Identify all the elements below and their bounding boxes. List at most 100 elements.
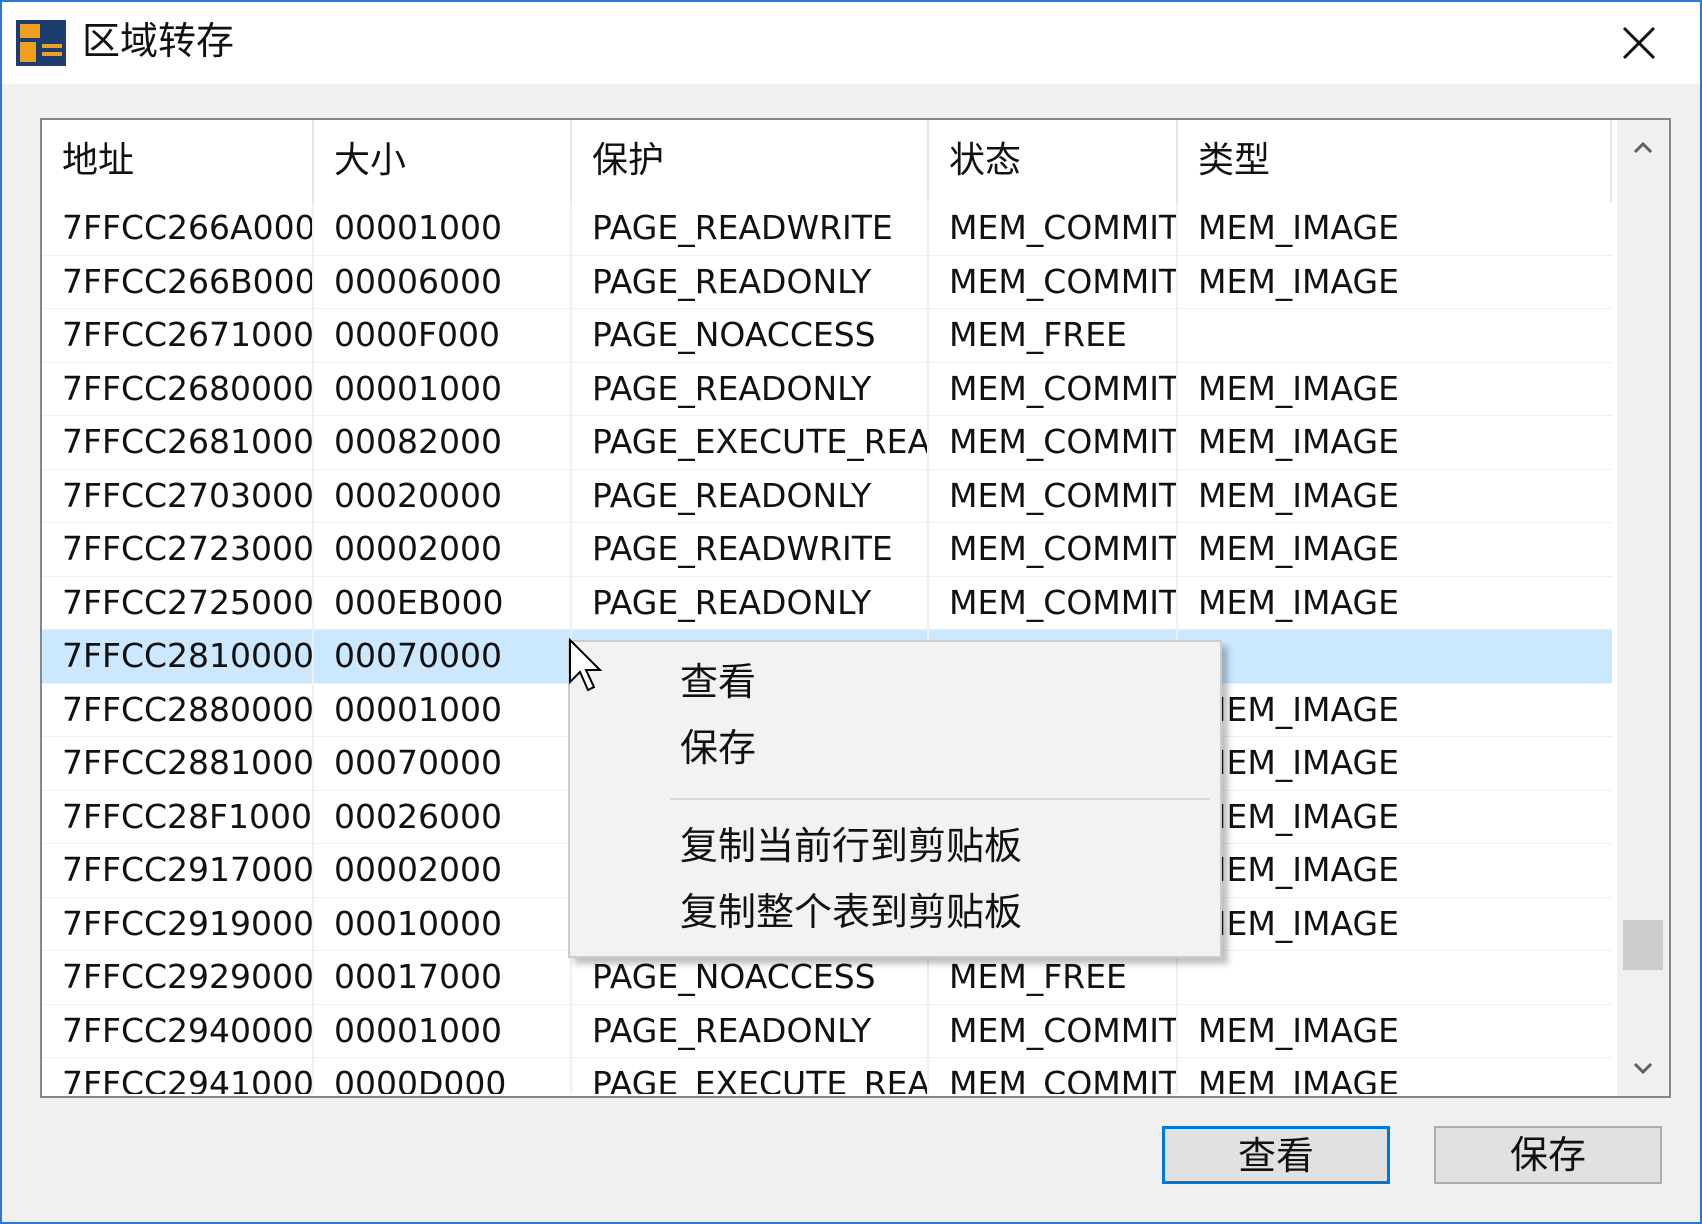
cell-address: 7FFCC2929000 — [62, 957, 314, 996]
column-header-address[interactable]: 地址 — [42, 120, 314, 202]
cell-size: 00001000 — [334, 368, 502, 408]
cell-protect: PAGE_NOACCESS — [592, 957, 876, 996]
column-separator — [1176, 951, 1178, 1004]
column-header-size[interactable]: 大小 — [314, 120, 572, 202]
cell-type — [1178, 630, 1612, 682]
cell-type: MEM_IMAGE — [1198, 475, 1399, 515]
table-row[interactable]: 7FFCC266B000 00006000 PAGE_READONLY MEM_COM… — [42, 255, 1612, 309]
column-separator — [927, 202, 929, 255]
cell-state: MEM_COMMIT — [949, 422, 1178, 461]
column-separator — [1176, 523, 1178, 576]
cell-state: MEM_COMMIT — [949, 1064, 1178, 1094]
column-separator — [1176, 469, 1178, 522]
table-row[interactable]: 7FFCC2940000 00001000 PAGE_READONLY MEM_COM… — [42, 1004, 1612, 1058]
cell-address: 7FFCC2881000 — [62, 743, 314, 782]
column-separator — [1176, 416, 1178, 469]
cell-protect: PAGE_NOACCESS — [592, 315, 876, 354]
menu-item-copy-row[interactable]: 复制当前行到剪贴板 — [570, 812, 1220, 880]
table-row[interactable]: 7FFCC266A000 00001000 PAGE_READWRITE MEM_CO… — [42, 202, 1612, 256]
column-separator — [570, 255, 572, 308]
column-separator — [312, 1004, 314, 1057]
cell-type: MEM_IMAGE — [1198, 796, 1399, 836]
cell-address: 7FFCC2940000 — [62, 1010, 314, 1050]
cell-address: 7FFCC2917000 — [62, 850, 314, 889]
column-separator — [312, 951, 314, 1004]
menu-item-view[interactable]: 查看 — [570, 648, 1220, 716]
column-separator — [1176, 1004, 1178, 1057]
cell-size: 00026000 — [334, 796, 502, 836]
cell-state: MEM_COMMIT — [949, 582, 1178, 622]
column-separator — [1176, 576, 1178, 629]
cell-address: 7FFCC2671000 — [62, 315, 314, 354]
cell-address: 7FFCC2723000 — [62, 529, 314, 568]
cell-size: 000EB000 — [334, 582, 504, 622]
scroll-up-icon[interactable] — [1617, 120, 1669, 176]
column-separator — [312, 309, 314, 362]
column-separator — [1176, 309, 1178, 362]
cell-type: MEM_IMAGE — [1198, 422, 1399, 461]
column-header-type[interactable]: 类型 — [1178, 120, 1612, 202]
cell-address: 7FFCC2725000 — [62, 582, 314, 622]
column-separator — [570, 416, 572, 469]
cell-type: MEM_IMAGE — [1198, 582, 1399, 622]
cell-size: 00070000 — [334, 743, 502, 782]
column-separator — [312, 1058, 314, 1094]
column-separator — [312, 737, 314, 790]
cell-type: MEM_IMAGE — [1198, 208, 1399, 247]
menu-item-copy-table[interactable]: 复制整个表到剪贴板 — [570, 878, 1220, 946]
column-separator — [312, 576, 314, 629]
cell-state: MEM_FREE — [949, 957, 1127, 996]
title-bar: 区域转存 — [2, 2, 1700, 84]
column-separator — [570, 1004, 572, 1057]
column-separator — [927, 416, 929, 469]
column-separator — [927, 469, 929, 522]
cell-protect: PAGE_READONLY — [592, 582, 872, 622]
cell-protect: PAGE_READONLY — [592, 1010, 872, 1050]
close-icon[interactable] — [1614, 18, 1664, 68]
table-row[interactable]: 7FFCC2671000 0000F000 PAGE_NOACCESS MEM_FRE… — [42, 309, 1612, 363]
column-header-protect[interactable]: 保护 — [572, 120, 929, 202]
cell-protect: PAGE_READONLY — [592, 368, 872, 408]
menu-item-save[interactable]: 保存 — [570, 714, 1220, 782]
table-row[interactable]: 7FFCC2725000 000EB000 PAGE_READONLY MEM_COM… — [42, 576, 1612, 630]
column-separator — [927, 362, 929, 415]
cell-address: 7FFCC2680000 — [62, 368, 314, 408]
table-row[interactable]: 7FFCC2681000 00082000 PAGE_EXECUTE_READ MEM… — [42, 416, 1612, 470]
column-separator — [570, 1058, 572, 1094]
column-separator — [570, 576, 572, 629]
table-row[interactable]: 7FFCC2723000 00002000 PAGE_READWRITE MEM_CO… — [42, 523, 1612, 577]
scroll-down-icon[interactable] — [1617, 1040, 1669, 1096]
cell-state: MEM_FREE — [949, 315, 1127, 354]
window-title: 区域转存 — [82, 19, 235, 63]
list-header: 地址 大小 保护 状态 类型 — [42, 120, 1612, 202]
cell-type — [1178, 951, 1612, 1003]
cell-type: MEM_IMAGE — [1198, 529, 1399, 568]
cell-address: 7FFCC2919000 — [62, 903, 314, 943]
table-row[interactable]: 7FFCC2703000 00020000 PAGE_READONLY MEM_COM… — [42, 469, 1612, 523]
column-separator — [1176, 362, 1178, 415]
column-separator — [312, 844, 314, 897]
column-separator — [927, 1004, 929, 1057]
column-separator — [312, 362, 314, 415]
cell-type: MEM_IMAGE — [1198, 850, 1399, 889]
column-separator — [570, 309, 572, 362]
column-header-state[interactable]: 状态 — [929, 120, 1178, 202]
scroll-thumb[interactable] — [1623, 920, 1663, 970]
cell-size: 00001000 — [334, 689, 502, 729]
cell-type: MEM_IMAGE — [1198, 903, 1399, 943]
column-separator — [312, 790, 314, 843]
vertical-scrollbar[interactable] — [1617, 120, 1669, 1096]
cell-address: 7FFCC2703000 — [62, 475, 314, 515]
column-separator — [927, 1058, 929, 1094]
column-separator — [927, 309, 929, 362]
save-button[interactable]: 保存 — [1434, 1126, 1662, 1184]
cell-state: MEM_COMMIT — [949, 208, 1178, 247]
cell-protect: PAGE_READWRITE — [592, 208, 893, 247]
table-row[interactable]: 7FFCC2680000 00001000 PAGE_READONLY MEM_COM… — [42, 362, 1612, 416]
view-button[interactable]: 查看 — [1162, 1126, 1390, 1184]
table-row[interactable]: 7FFCC2941000 0000D000 PAGE_EXECUTE_READ MEM… — [42, 1058, 1612, 1094]
column-separator — [570, 362, 572, 415]
cell-protect: PAGE_EXECUTE_READ — [592, 1064, 929, 1094]
table-row[interactable]: 7FFCC2929000 00017000 PAGE_NOACCESS MEM_FRE… — [42, 951, 1612, 1005]
cell-state: MEM_COMMIT — [949, 1010, 1178, 1050]
